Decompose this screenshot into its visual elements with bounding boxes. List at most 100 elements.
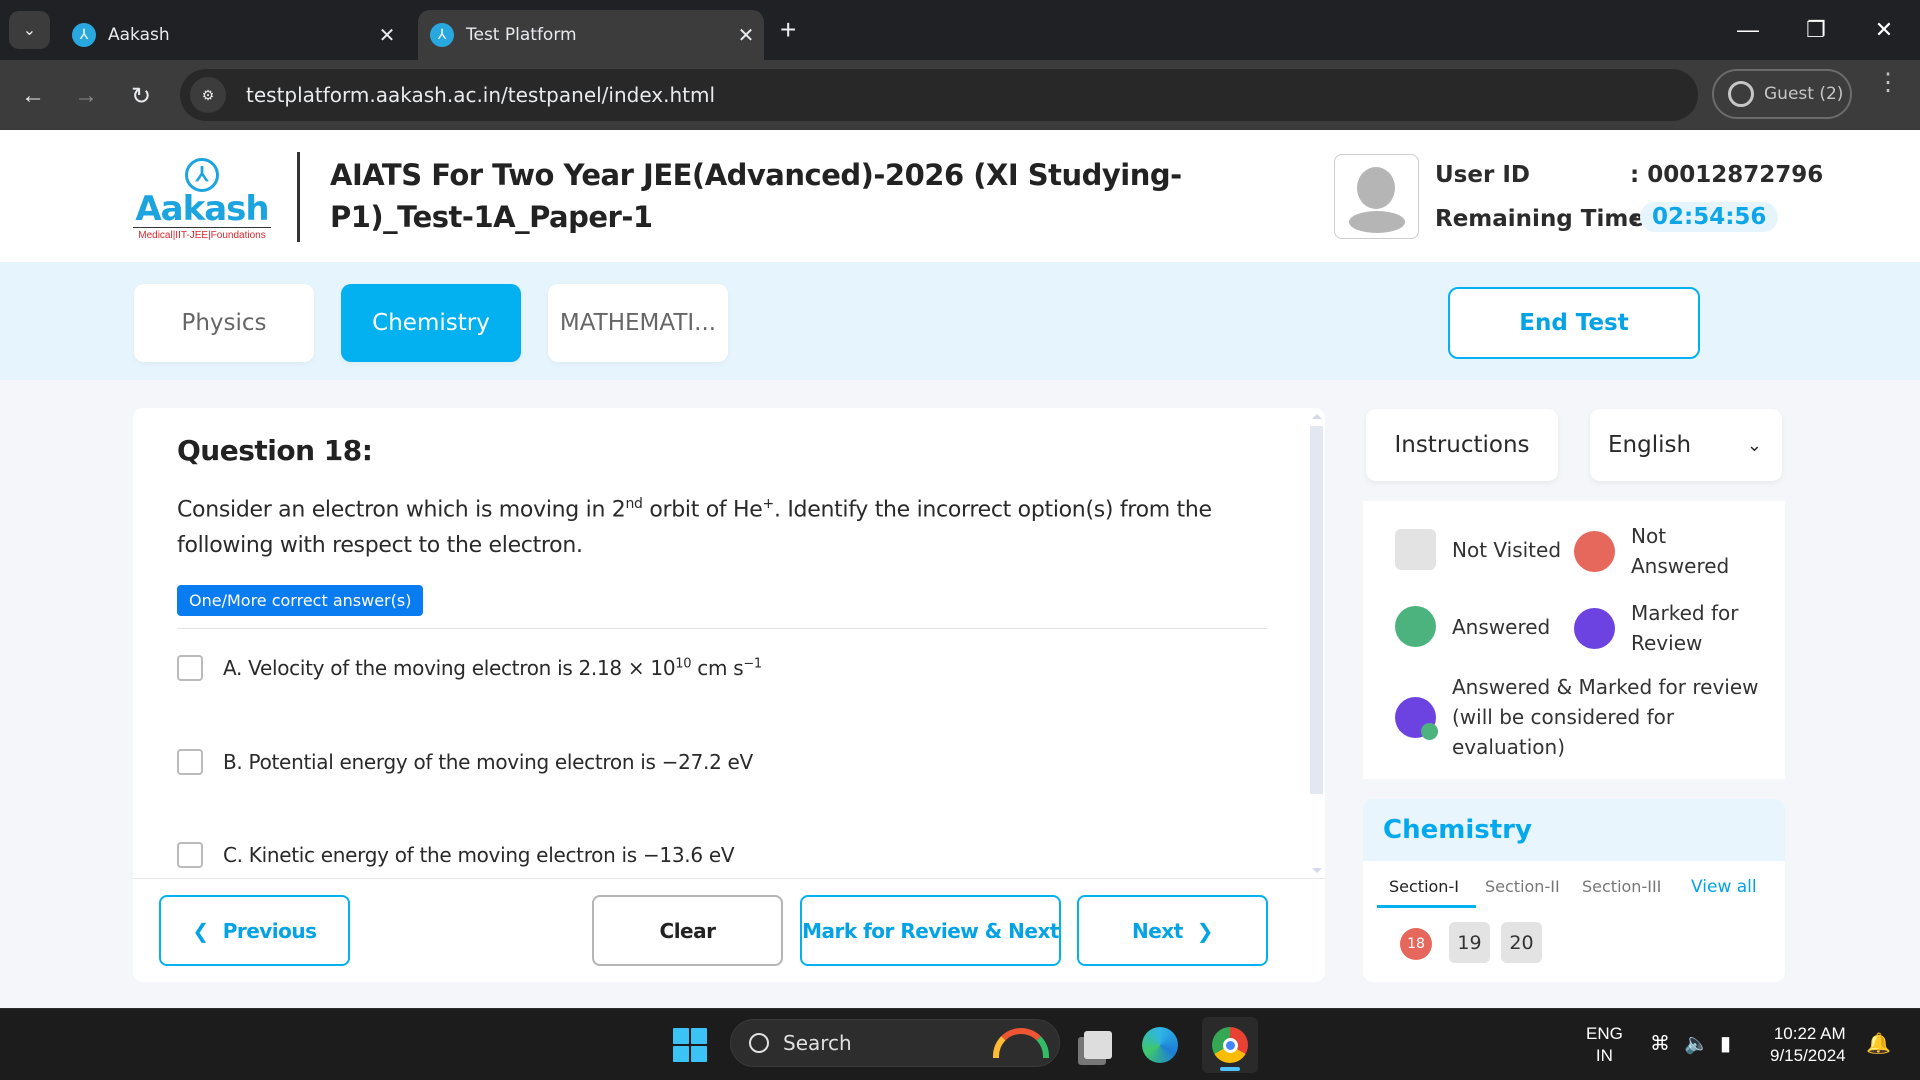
- clock-date: 9/15/2024: [1770, 1046, 1846, 1065]
- legend-label: Marked for Review: [1631, 601, 1739, 655]
- language-select[interactable]: English ⌄: [1590, 409, 1782, 481]
- minimize-button[interactable]: —: [1718, 10, 1778, 50]
- legend-answered: Answered: [1395, 606, 1575, 647]
- task-view-icon: [1084, 1031, 1112, 1059]
- remaining-time-label: Remaining Time: [1435, 206, 1644, 232]
- previous-label: Previous: [222, 918, 317, 943]
- option-b-checkbox[interactable]: [177, 749, 203, 775]
- option-a[interactable]: A. Velocity of the moving electron is 2.…: [177, 655, 762, 681]
- close-window-button[interactable]: ✕: [1854, 10, 1914, 50]
- chrome-app[interactable]: [1202, 1017, 1258, 1073]
- answered-mini-badge-icon: [1421, 722, 1438, 740]
- option-a-checkbox[interactable]: [177, 655, 203, 681]
- active-section-indicator: [1377, 905, 1476, 908]
- question-number: Question 18:: [177, 434, 373, 467]
- logo-mark-icon: ⅄: [185, 158, 219, 192]
- option-text-sup: 10: [675, 656, 692, 672]
- option-text-sup: −1: [743, 656, 762, 672]
- palette-question-18[interactable]: 18: [1400, 928, 1432, 960]
- option-c-checkbox[interactable]: [177, 842, 203, 868]
- battery-icon[interactable]: ▮: [1720, 1031, 1731, 1056]
- option-b[interactable]: B. Potential energy of the moving electr…: [177, 749, 753, 775]
- test-title: AIATS For Two Year JEE(Advanced)-2026 (X…: [330, 158, 1182, 234]
- chrome-icon: [1212, 1027, 1248, 1063]
- site-info-icon[interactable]: ⚙: [190, 77, 226, 113]
- browser-tab-aakash[interactable]: ⅄ Aakash ✕: [60, 10, 405, 60]
- remaining-time-value: 02:54:56: [1640, 202, 1779, 232]
- wifi-icon[interactable]: ⌘: [1650, 1031, 1670, 1056]
- windows-taskbar: Search ENG IN ⌘ 🔈 ▮ 10:22 AM 9/15/2024 🔔: [0, 1008, 1920, 1080]
- mark-review-next-button[interactable]: Mark for Review & Next: [800, 895, 1061, 966]
- palette-question-19[interactable]: 19: [1449, 922, 1490, 963]
- profile-label: Guest (2): [1764, 84, 1844, 104]
- subject-bar: Physics Chemistry MATHEMATI... End Test: [0, 262, 1920, 380]
- subject-tab-mathematics[interactable]: MATHEMATI...: [548, 284, 728, 362]
- previous-button[interactable]: ❮ Previous: [159, 895, 350, 966]
- user-id-label: User ID: [1435, 162, 1530, 188]
- palette-subject-title: Chemistry: [1363, 799, 1785, 861]
- answered-swatch-icon: [1395, 606, 1436, 647]
- next-button[interactable]: Next ❯: [1077, 895, 1268, 966]
- test-header: ⅄ Aakash Medical|IIT-JEE|Foundations AIA…: [0, 130, 1920, 262]
- url-text[interactable]: testplatform.aakash.ac.in/testpanel/inde…: [246, 83, 715, 107]
- logo-tagline: Medical|IIT-JEE|Foundations: [133, 227, 271, 241]
- more-vert-icon: ⋮: [1876, 69, 1900, 96]
- next-label: Next: [1131, 918, 1183, 943]
- notification-bell-icon[interactable]: 🔔: [1866, 1031, 1891, 1056]
- question-palette: Chemistry Section-I Section-II Section-I…: [1363, 799, 1785, 982]
- instructions-button[interactable]: Instructions: [1366, 409, 1558, 481]
- back-button[interactable]: ←: [13, 76, 53, 116]
- option-c[interactable]: C. Kinetic energy of the moving electron…: [177, 842, 735, 868]
- close-tab-icon[interactable]: ✕: [369, 23, 405, 47]
- subject-tab-physics[interactable]: Physics: [134, 284, 314, 362]
- chevron-left-icon: ❮: [192, 918, 209, 943]
- language-selected: English: [1608, 432, 1692, 458]
- section-tab-1[interactable]: Section-I: [1389, 877, 1459, 896]
- forward-button[interactable]: →: [66, 76, 106, 116]
- question-text-part: Consider an electron which is moving in …: [177, 497, 626, 523]
- aakash-favicon-icon: ⅄: [430, 23, 454, 47]
- scroll-down-arrow-icon[interactable]: [1312, 868, 1322, 873]
- question-text-sup: +: [762, 496, 775, 512]
- tab-search-button[interactable]: ⌄: [9, 11, 50, 49]
- start-button[interactable]: [673, 1028, 707, 1062]
- clear-button[interactable]: Clear: [592, 895, 783, 966]
- legend-answered-marked: Answered & Marked for review (will be co…: [1395, 672, 1775, 762]
- scroll-up-arrow-icon[interactable]: [1312, 414, 1322, 419]
- close-tab-icon[interactable]: ✕: [728, 23, 764, 47]
- new-tab-button[interactable]: +: [780, 14, 796, 46]
- restore-icon: ❐: [1806, 17, 1826, 42]
- restore-button[interactable]: ❐: [1786, 10, 1846, 50]
- question-type-badge: One/More correct answer(s): [177, 585, 424, 616]
- tab-title: Test Platform: [466, 25, 577, 45]
- edge-app[interactable]: [1136, 1021, 1184, 1069]
- tab-title: Aakash: [108, 25, 170, 45]
- status-legend: Not Visited Not Answered Answered Marked…: [1363, 501, 1785, 779]
- legend-marked-review: Marked for Review: [1574, 598, 1774, 658]
- profile-button[interactable]: Guest (2): [1712, 69, 1852, 119]
- section-tab-2[interactable]: Section-II: [1485, 877, 1560, 896]
- volume-icon[interactable]: 🔈: [1684, 1031, 1709, 1056]
- reload-button[interactable]: ↻: [121, 76, 161, 116]
- input-language[interactable]: ENG IN: [1586, 1023, 1623, 1067]
- taskbar-search[interactable]: Search: [730, 1019, 1060, 1067]
- question-scrollbar-thumb[interactable]: [1310, 426, 1323, 794]
- browser-menu-button[interactable]: ⋮: [1876, 69, 1900, 96]
- chevron-right-icon: ❯: [1196, 918, 1214, 943]
- section-tab-3[interactable]: Section-III: [1582, 877, 1661, 896]
- clock[interactable]: 10:22 AM 9/15/2024: [1770, 1023, 1846, 1067]
- windows-logo-icon: [673, 1028, 689, 1044]
- view-all-link[interactable]: View all: [1691, 877, 1757, 897]
- address-bar[interactable]: ⚙ testplatform.aakash.ac.in/testpanel/in…: [180, 69, 1698, 121]
- end-test-button[interactable]: End Test: [1448, 287, 1700, 359]
- subject-tab-chemistry[interactable]: Chemistry: [341, 284, 521, 362]
- windows-logo-icon: [691, 1046, 707, 1062]
- arrow-left-icon: ←: [21, 82, 45, 109]
- avatar-head-icon: [1357, 167, 1395, 209]
- browser-tab-test-platform[interactable]: ⅄ Test Platform ✕: [418, 10, 764, 60]
- arrow-right-icon: →: [74, 82, 98, 109]
- palette-question-20[interactable]: 20: [1501, 922, 1542, 963]
- option-c-label: C. Kinetic energy of the moving electron…: [223, 843, 735, 867]
- task-view-button[interactable]: [1074, 1021, 1122, 1069]
- legend-not-answered: Not Answered: [1574, 521, 1774, 581]
